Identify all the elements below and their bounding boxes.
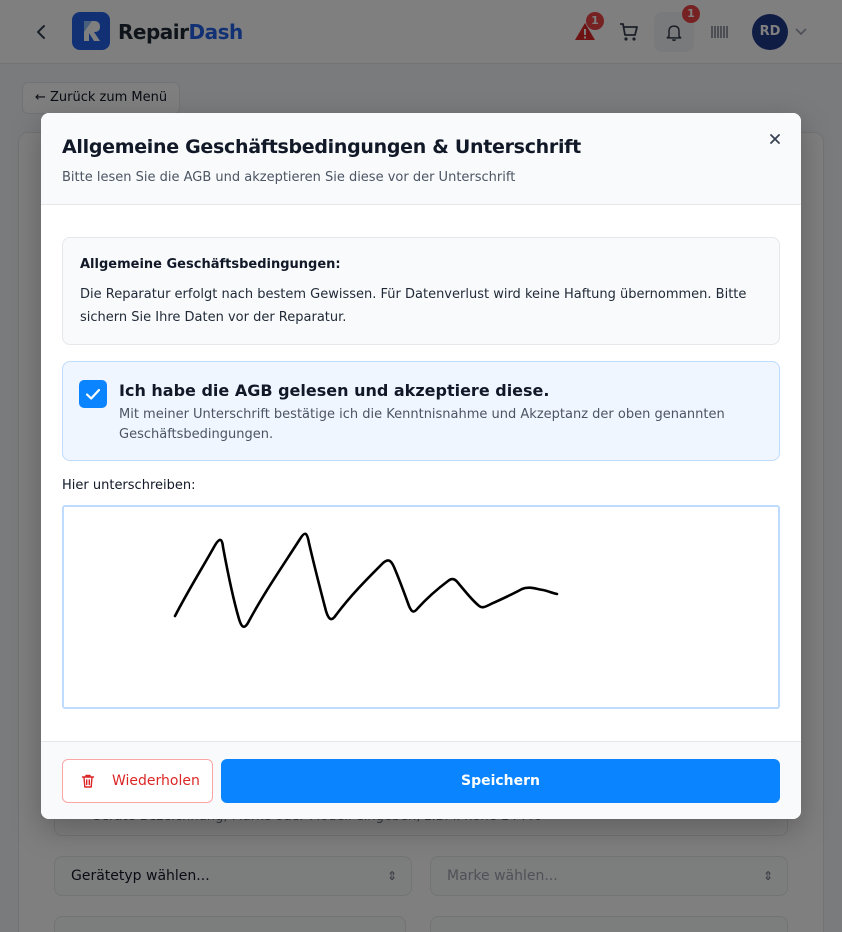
modal-header: Allgemeine Geschäftsbedingungen & Unters… [41,113,801,205]
trash-icon [81,774,95,788]
terms-signature-modal: Allgemeine Geschäftsbedingungen & Unters… [41,113,801,819]
terms-heading: Allgemeine Geschäftsbedingungen: [80,257,341,272]
checkmark-icon [85,388,101,400]
accept-terms-title: Ich habe die AGB gelesen und akzeptiere … [119,381,550,400]
signature-stroke [173,532,559,629]
signature-label: Hier unterschreiben: [62,478,196,493]
terms-text: Die Reparatur erfolgt nach bestem Gewiss… [80,287,747,325]
modal-footer: Wiederholen Speichern [41,741,801,819]
accept-terms-description: Mit meiner Unterschrift bestätige ich di… [119,407,725,442]
close-icon[interactable] [765,129,785,149]
retry-button[interactable]: Wiederholen [62,759,213,803]
modal-title: Allgemeine Geschäftsbedingungen & Unters… [62,136,581,158]
accept-terms-checkbox[interactable] [79,380,107,408]
retry-button-label: Wiederholen [112,773,200,789]
accept-terms-box[interactable]: Ich habe die AGB gelesen und akzeptiere … [62,361,780,461]
signature-pad[interactable] [62,505,780,709]
terms-box: Allgemeine Geschäftsbedingungen: Die Rep… [62,237,780,345]
save-button[interactable]: Speichern [221,759,780,803]
modal-subtitle: Bitte lesen Sie die AGB und akzeptieren … [62,170,516,185]
